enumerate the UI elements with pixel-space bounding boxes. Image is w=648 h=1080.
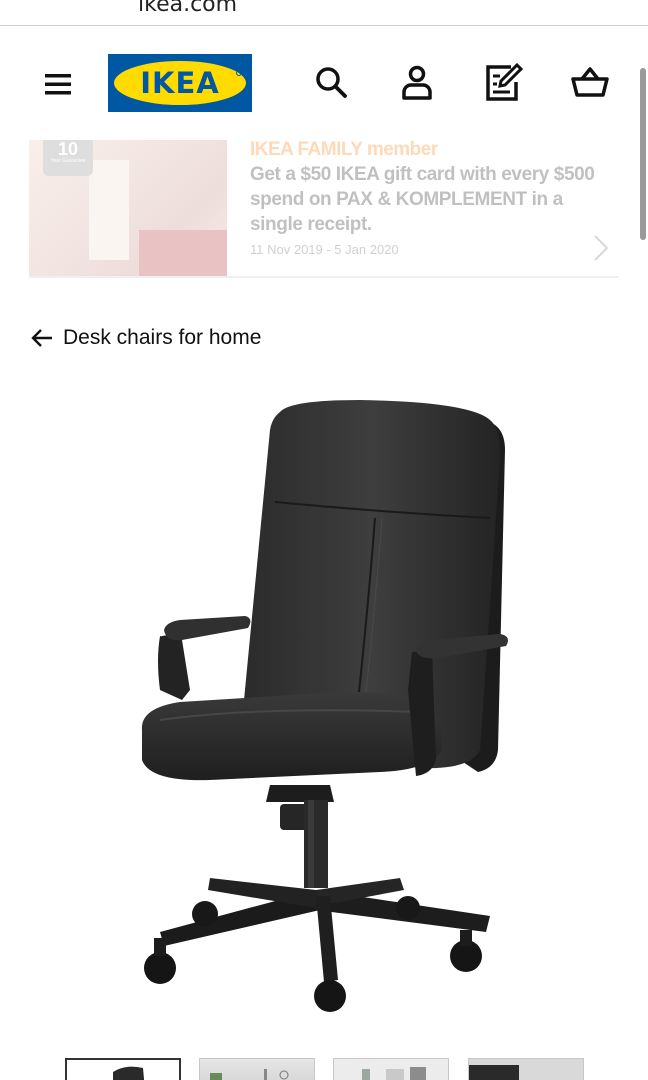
promo-body: Get a $50 IKEA gift card with every $500… xyxy=(250,164,595,235)
arrow-left-icon xyxy=(31,329,52,347)
thumbnail-desk-image xyxy=(334,1059,448,1080)
guarantee-badge: 10 Year Guarantee xyxy=(43,140,93,176)
promo-image: 10 Year Guarantee xyxy=(29,140,227,278)
promo-image-bed xyxy=(139,230,227,278)
thumbnail-2[interactable] xyxy=(199,1058,315,1080)
site-header: IKEA xyxy=(0,26,648,136)
logo-text: IKEA xyxy=(140,66,220,100)
menu-icon[interactable] xyxy=(40,66,76,102)
back-link[interactable]: Desk chairs for home xyxy=(29,320,261,356)
guarantee-badge-number: 10 xyxy=(57,140,79,159)
logo-oval: IKEA xyxy=(114,61,246,105)
thumbnail-3[interactable] xyxy=(333,1058,449,1080)
back-link-label: Desk chairs for home xyxy=(63,326,262,349)
shopping-list-icon[interactable] xyxy=(483,62,524,102)
ikea-logo[interactable]: IKEA xyxy=(108,54,252,112)
thumbnail-4[interactable] xyxy=(468,1058,584,1080)
promo-heading: IKEA FAMILY member xyxy=(250,139,438,160)
scrollbar[interactable] xyxy=(640,68,646,240)
promo-divider xyxy=(29,276,619,278)
thumbnail-chair-image xyxy=(67,1060,179,1080)
chevron-right-icon[interactable] xyxy=(593,234,609,262)
thumbnail-strip xyxy=(65,1058,585,1080)
product-image[interactable] xyxy=(120,390,520,1030)
promo-banner[interactable]: 10 Year Guarantee IKEA FAMILY member Get… xyxy=(29,140,619,278)
thumbnail-detail-image xyxy=(469,1059,583,1080)
promo-text: IKEA FAMILY member Get a $50 IKEA gift c… xyxy=(250,139,620,258)
browser-url: ikea.com xyxy=(138,0,238,17)
thumbnail-1[interactable] xyxy=(65,1058,181,1080)
promo-image-wardrobe xyxy=(89,160,129,260)
search-icon[interactable] xyxy=(311,62,351,102)
cart-icon[interactable] xyxy=(570,62,610,102)
thumbnail-room-image xyxy=(200,1059,314,1080)
guarantee-badge-text: Year Guarantee xyxy=(50,158,86,164)
account-icon[interactable] xyxy=(397,62,437,102)
browser-url-bar[interactable]: ikea.com xyxy=(0,0,648,26)
registered-mark xyxy=(236,70,242,76)
promo-dates: 11 Nov 2019 - 5 Jan 2020 xyxy=(250,242,399,257)
